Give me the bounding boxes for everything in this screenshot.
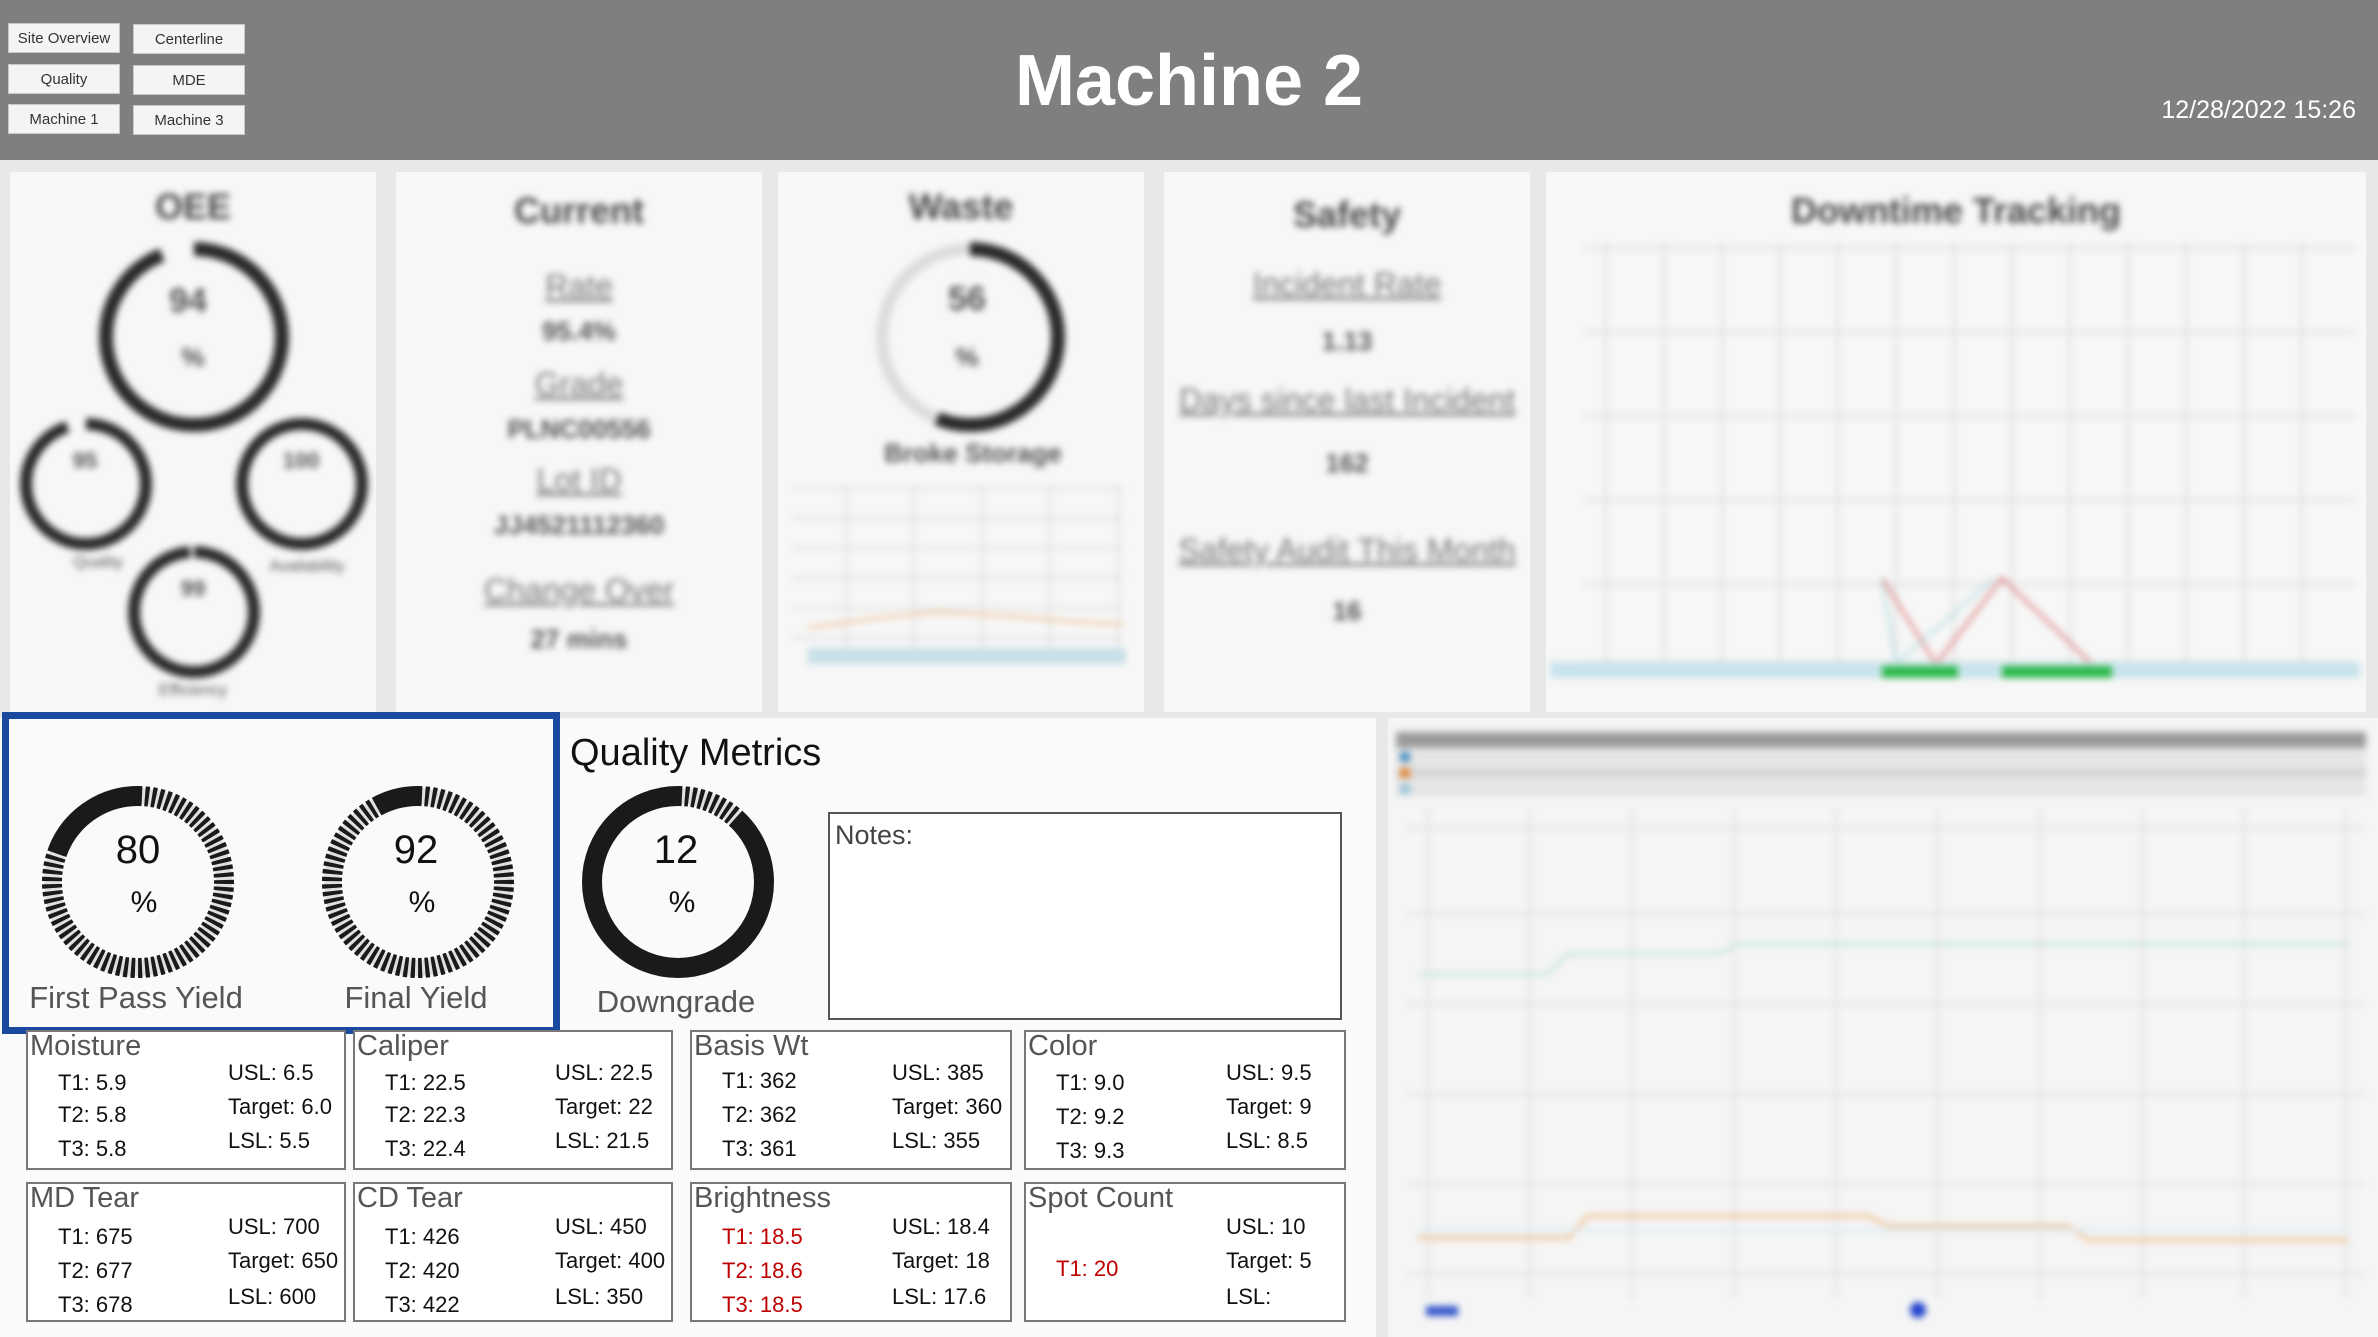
metric-lsl: LSL: 600 [228,1284,316,1310]
metric-lsl: LSL: 17.6 [892,1284,986,1310]
metric-title: Color [1028,1030,1097,1063]
metric-target: Target: 22 [555,1094,653,1120]
metric-cd-tear: CD Tear T1: 426 T2: 420 T3: 422 USL: 450… [353,1182,673,1322]
final-yield-unit: % [272,886,572,920]
downgrade-value: 12 [526,828,826,873]
metric-t2: T2: 362 [722,1102,797,1128]
metric-t1: T1: 22.5 [385,1070,466,1096]
metric-target: Target: 18 [892,1248,990,1274]
metric-t1: T1: 5.9 [58,1070,126,1096]
metric-title: Basis Wt [694,1030,808,1063]
metric-t3: T3: 22.4 [385,1136,466,1162]
metric-t1: T1: 675 [58,1224,133,1250]
metric-target: Target: 650 [228,1248,338,1274]
metric-title: CD Tear [357,1182,463,1215]
metric-title: Brightness [694,1182,831,1215]
first-pass-yield-unit: % [0,886,294,920]
datetime-display: 12/28/2022 15:26 [2161,96,2356,125]
metric-target: Target: 9 [1226,1094,1312,1120]
metric-t1: T1: 426 [385,1224,460,1250]
metric-title: Spot Count [1028,1182,1173,1215]
metric-spot-count: Spot Count T1: 20 USL: 10 Target: 5 LSL: [1024,1182,1346,1322]
first-pass-yield-value: 80 [0,828,288,873]
metric-brightness: Brightness T1: 18.5 T2: 18.6 T3: 18.5 US… [690,1182,1012,1322]
metric-t1: T1: 20 [1056,1256,1118,1282]
metric-usl: USL: 450 [555,1214,647,1240]
metric-lsl: LSL: 21.5 [555,1128,649,1154]
notes-box[interactable]: Notes: [828,812,1342,1020]
metric-usl: USL: 700 [228,1214,320,1240]
metric-target: Target: 360 [892,1094,1002,1120]
metric-t3: T3: 18.5 [722,1292,803,1318]
downtime-chart [1546,172,2366,712]
final-yield-value: 92 [266,828,566,873]
metric-usl: USL: 9.5 [1226,1060,1312,1086]
metric-basis-wt: Basis Wt T1: 362 T2: 362 T3: 361 USL: 38… [690,1030,1012,1170]
metric-title: MD Tear [30,1182,139,1215]
metric-target: Target: 400 [555,1248,665,1274]
metric-t3: T3: 361 [722,1136,797,1162]
metric-t2: T2: 5.8 [58,1102,126,1128]
metric-t3: T3: 678 [58,1292,133,1318]
metric-target: Target: 6.0 [228,1094,332,1120]
metric-usl: USL: 18.4 [892,1214,990,1240]
downgrade-label: Downgrade [526,984,826,1020]
metric-t3: T3: 5.8 [58,1136,126,1162]
metric-t2: T2: 9.2 [1056,1104,1124,1130]
metric-t1: T1: 18.5 [722,1224,803,1250]
metric-t1: T1: 362 [722,1068,797,1094]
metric-t2: T2: 677 [58,1258,133,1284]
metric-usl: USL: 10 [1226,1214,1306,1240]
metric-md-tear: MD Tear T1: 675 T2: 677 T3: 678 USL: 700… [26,1182,346,1322]
metric-target: Target: 5 [1226,1248,1312,1274]
metric-color: Color T1: 9.0 T2: 9.2 T3: 9.3 USL: 9.5 T… [1024,1030,1346,1170]
metric-lsl: LSL: 350 [555,1284,643,1310]
metric-lsl: LSL: [1226,1284,1271,1310]
trend-chart [1388,718,2378,1337]
metric-title: Moisture [30,1030,141,1063]
downtime-panel: Downtime Tracking [1546,172,2366,712]
metric-t1: T1: 9.0 [1056,1070,1124,1096]
metric-lsl: LSL: 355 [892,1128,980,1154]
metric-usl: USL: 22.5 [555,1060,653,1086]
metric-moisture: Moisture T1: 5.9 T2: 5.8 T3: 5.8 USL: 6.… [26,1030,346,1170]
final-yield-label: Final Yield [266,980,566,1016]
metric-t3: T3: 9.3 [1056,1138,1124,1164]
notes-label: Notes: [835,820,913,851]
metric-lsl: LSL: 8.5 [1226,1128,1308,1154]
metric-t2: T2: 420 [385,1258,460,1284]
metric-caliper: Caliper T1: 22.5 T2: 22.3 T3: 22.4 USL: … [353,1030,673,1170]
trend-panel [1388,718,2378,1337]
metric-t2: T2: 18.6 [722,1258,803,1284]
metric-usl: USL: 6.5 [228,1060,314,1086]
metric-title: Caliper [357,1030,449,1063]
metric-t3: T3: 422 [385,1292,460,1318]
metric-t2: T2: 22.3 [385,1102,466,1128]
first-pass-yield-label: First Pass Yield [0,980,286,1016]
downgrade-unit: % [532,886,832,920]
metric-lsl: LSL: 5.5 [228,1128,310,1154]
quality-metrics-title: Quality Metrics [570,732,821,775]
metric-usl: USL: 385 [892,1060,984,1086]
